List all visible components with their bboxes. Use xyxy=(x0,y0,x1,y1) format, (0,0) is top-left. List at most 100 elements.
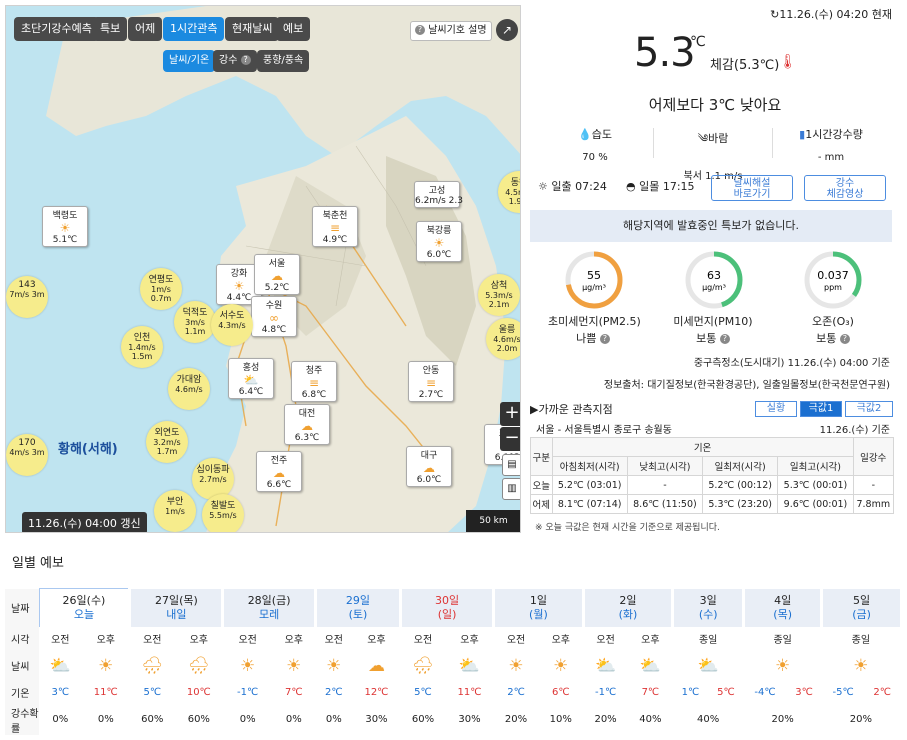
map-tab-hourly-obs[interactable]: 1시간관측 xyxy=(163,17,225,41)
map-subtab-wind[interactable]: 풍향/풍속 xyxy=(257,50,310,72)
map-tab-yesterday[interactable]: 어제 xyxy=(128,17,163,41)
forecast-day-header[interactable]: 3일 (수) xyxy=(671,588,744,627)
weather-icon-cell: 🌧 xyxy=(130,651,175,681)
map-sea-station-3[interactable]: 인천 1.4m/s 1.5m xyxy=(121,326,163,368)
map-sea-station-12[interactable]: 143 7m/s 3m xyxy=(6,276,48,318)
station-value: 6.2m/s 2.3 xyxy=(415,196,463,206)
map-sea-station-2[interactable]: 서수도 4.3m/s xyxy=(211,304,253,346)
time-label: 오후 xyxy=(367,635,386,646)
help-icon[interactable]: ? xyxy=(839,334,850,344)
map-sea-station-0[interactable]: 연평도 1m/s 0.7m xyxy=(140,268,182,310)
tab-obs-extreme2[interactable]: 극값2 xyxy=(845,401,893,417)
map-tab-forecast[interactable]: 예보 xyxy=(276,17,311,41)
weather-icon-cell: ☀ xyxy=(822,651,900,681)
map-station-3[interactable]: 북강릉 ☀ 6.0℃ xyxy=(416,221,462,262)
help-icon[interactable]: ? xyxy=(719,334,730,344)
map-sea-station-4[interactable]: 가대암 4.6m/s xyxy=(168,368,210,410)
forecast-day-header[interactable]: 28일(금) 모레 xyxy=(221,588,316,627)
weather-explain-button[interactable]: 날씨해설 바로가기 xyxy=(711,175,793,201)
station-value: 4.9℃ xyxy=(322,235,348,245)
map-tab-nowcast[interactable]: 초단기강수예측 xyxy=(14,17,99,41)
station-value: 1.4m/s 1.5m xyxy=(128,343,156,361)
map-station-2[interactable]: 고성 6.2m/s 2.3 xyxy=(414,181,463,208)
zoom-out-button[interactable]: − xyxy=(500,427,520,451)
map-tab-current[interactable]: 현재날씨 xyxy=(225,17,280,41)
weather-icon: ≡ xyxy=(329,221,341,235)
map-station-1[interactable]: 북춘천 ≡ 4.9℃ xyxy=(312,206,358,247)
forecast-temp: 12℃ xyxy=(364,687,389,698)
weather-symbol-help-button[interactable]: ? 날씨기호 설명 xyxy=(410,21,492,41)
sea-label: 황해(서해) xyxy=(58,442,118,457)
map-station-12[interactable]: 전주 ☁ 6.6℃ xyxy=(256,451,302,492)
forecast-day-header[interactable]: 2일 (화) xyxy=(581,588,673,627)
sunset-icon: ◓ xyxy=(626,180,636,193)
current-temperature: 5.3 xyxy=(634,30,696,76)
weather-icon: ☀ xyxy=(433,236,445,250)
rain-probability: 0% xyxy=(285,714,302,725)
tab-obs-extreme1[interactable]: 극값1 xyxy=(800,401,842,417)
station-value: 2.7℃ xyxy=(418,390,444,400)
map-tab-warning[interactable]: 특보 xyxy=(93,17,128,41)
map-station-0[interactable]: 백령도 ☀ 5.1℃ xyxy=(42,206,88,247)
map-station-5[interactable]: 서울 ☁ 5.2℃ xyxy=(254,254,300,295)
map-sea-station-9[interactable]: 울릉 4.6m/s 2.0m xyxy=(486,318,520,360)
weather-map[interactable]: 초단기강수예측 특보 어제 1시간관측 현재날씨 예보 날씨/기온 강수 ? 풍… xyxy=(5,5,521,533)
forecast-day-sub: (목) xyxy=(773,607,792,621)
nearby-station-title: ▶가까운 관측지점 xyxy=(530,403,613,416)
rain-probability: 60% xyxy=(141,714,164,725)
rain-video-button[interactable]: 강수 체감영상 xyxy=(804,175,886,201)
time-label: 오후 xyxy=(96,635,115,646)
rain-probability: 40% xyxy=(697,714,720,725)
map-legend-icon[interactable]: ▥ xyxy=(502,478,520,500)
map-station-7[interactable]: 홍성 ⛅ 6.4℃ xyxy=(228,358,274,399)
map-sea-station-1[interactable]: 덕적도 3m/s 1.1m xyxy=(174,301,216,343)
map-sea-station-6[interactable]: 부안 1m/s xyxy=(154,490,196,532)
sunrise: ☼ 일출 07:24 xyxy=(538,180,607,193)
forecast-date: 29일 xyxy=(345,593,370,607)
refresh-icon[interactable]: ↻ xyxy=(770,8,779,21)
time-label: 오전 xyxy=(324,635,343,646)
station-name: 부안 xyxy=(166,497,184,507)
forecast-day-header[interactable]: 29일 (토) xyxy=(313,588,401,627)
weather-icon: ⛅ xyxy=(49,655,71,676)
time-label: 종일 xyxy=(698,635,718,646)
map-sea-station-5[interactable]: 외연도 3.2m/s 1.7m xyxy=(146,421,188,463)
weather-icon: ☀ xyxy=(98,655,114,676)
forecast-day-sub: (화) xyxy=(618,607,638,621)
map-station-11[interactable]: 대구 ☁ 6.0℃ xyxy=(406,446,452,487)
map-station-8[interactable]: 청주 ≡ 6.8℃ xyxy=(291,361,337,402)
map-layer-icon[interactable]: ▤ xyxy=(502,454,520,476)
forecast-day-header[interactable]: 26일(수) 오늘 xyxy=(38,588,131,627)
map-subtab-rain[interactable]: 강수 ? xyxy=(213,50,257,72)
weather-icon-cell: ☀ xyxy=(82,651,130,681)
temperature-unit: ℃ xyxy=(690,34,706,50)
ozone-status: 보통 ? xyxy=(788,330,878,346)
share-icon[interactable]: ↗ xyxy=(496,19,518,41)
weather-icon-cell: 🌧 xyxy=(175,651,223,681)
map-subtab-weather-temp[interactable]: 날씨/기온 xyxy=(163,50,216,72)
forecast-day-header[interactable]: 1일 (월) xyxy=(492,588,584,627)
forecast-temp-max: 3℃ xyxy=(795,687,813,698)
map-sea-station-11[interactable]: 칠발도 5.5m/s xyxy=(202,494,244,532)
sunrise-icon: ☼ xyxy=(538,180,548,193)
row-label: 날씨 xyxy=(5,650,39,681)
forecast-day-header[interactable]: 5일 (금) xyxy=(820,588,900,627)
forecast-day-sub: (월) xyxy=(529,607,548,621)
forecast-day-header[interactable]: 30일 (일) xyxy=(399,588,494,627)
forecast-date: 2일 xyxy=(619,593,637,607)
help-icon[interactable]: ? xyxy=(599,334,610,344)
forecast-day-header[interactable]: 4일 (목) xyxy=(742,588,822,627)
pm10-status: 보통 ? xyxy=(668,330,758,346)
zoom-in-button[interactable]: + xyxy=(500,402,520,426)
obs-col-daily-min: 일최저(시각) xyxy=(702,456,779,476)
map-station-6[interactable]: 수원 ∞ 4.8℃ xyxy=(251,296,297,337)
map-station-9[interactable]: 안동 ≡ 2.7℃ xyxy=(408,361,454,402)
map-station-10[interactable]: 대전 ☁ 6.3℃ xyxy=(284,404,330,445)
forecast-day-header[interactable]: 27일(목) 내일 xyxy=(128,588,223,627)
weather-icon: 🌧 xyxy=(188,655,210,676)
weather-icon-cell: ☀ xyxy=(494,651,539,681)
tab-obs-current[interactable]: 실황 xyxy=(755,401,797,417)
map-sea-station-7[interactable]: 삼척 5.3m/s 2.1m xyxy=(478,274,520,316)
forecast-day-sub: (수) xyxy=(698,607,718,621)
map-sea-station-13[interactable]: 170 4m/s 3m xyxy=(6,434,48,476)
